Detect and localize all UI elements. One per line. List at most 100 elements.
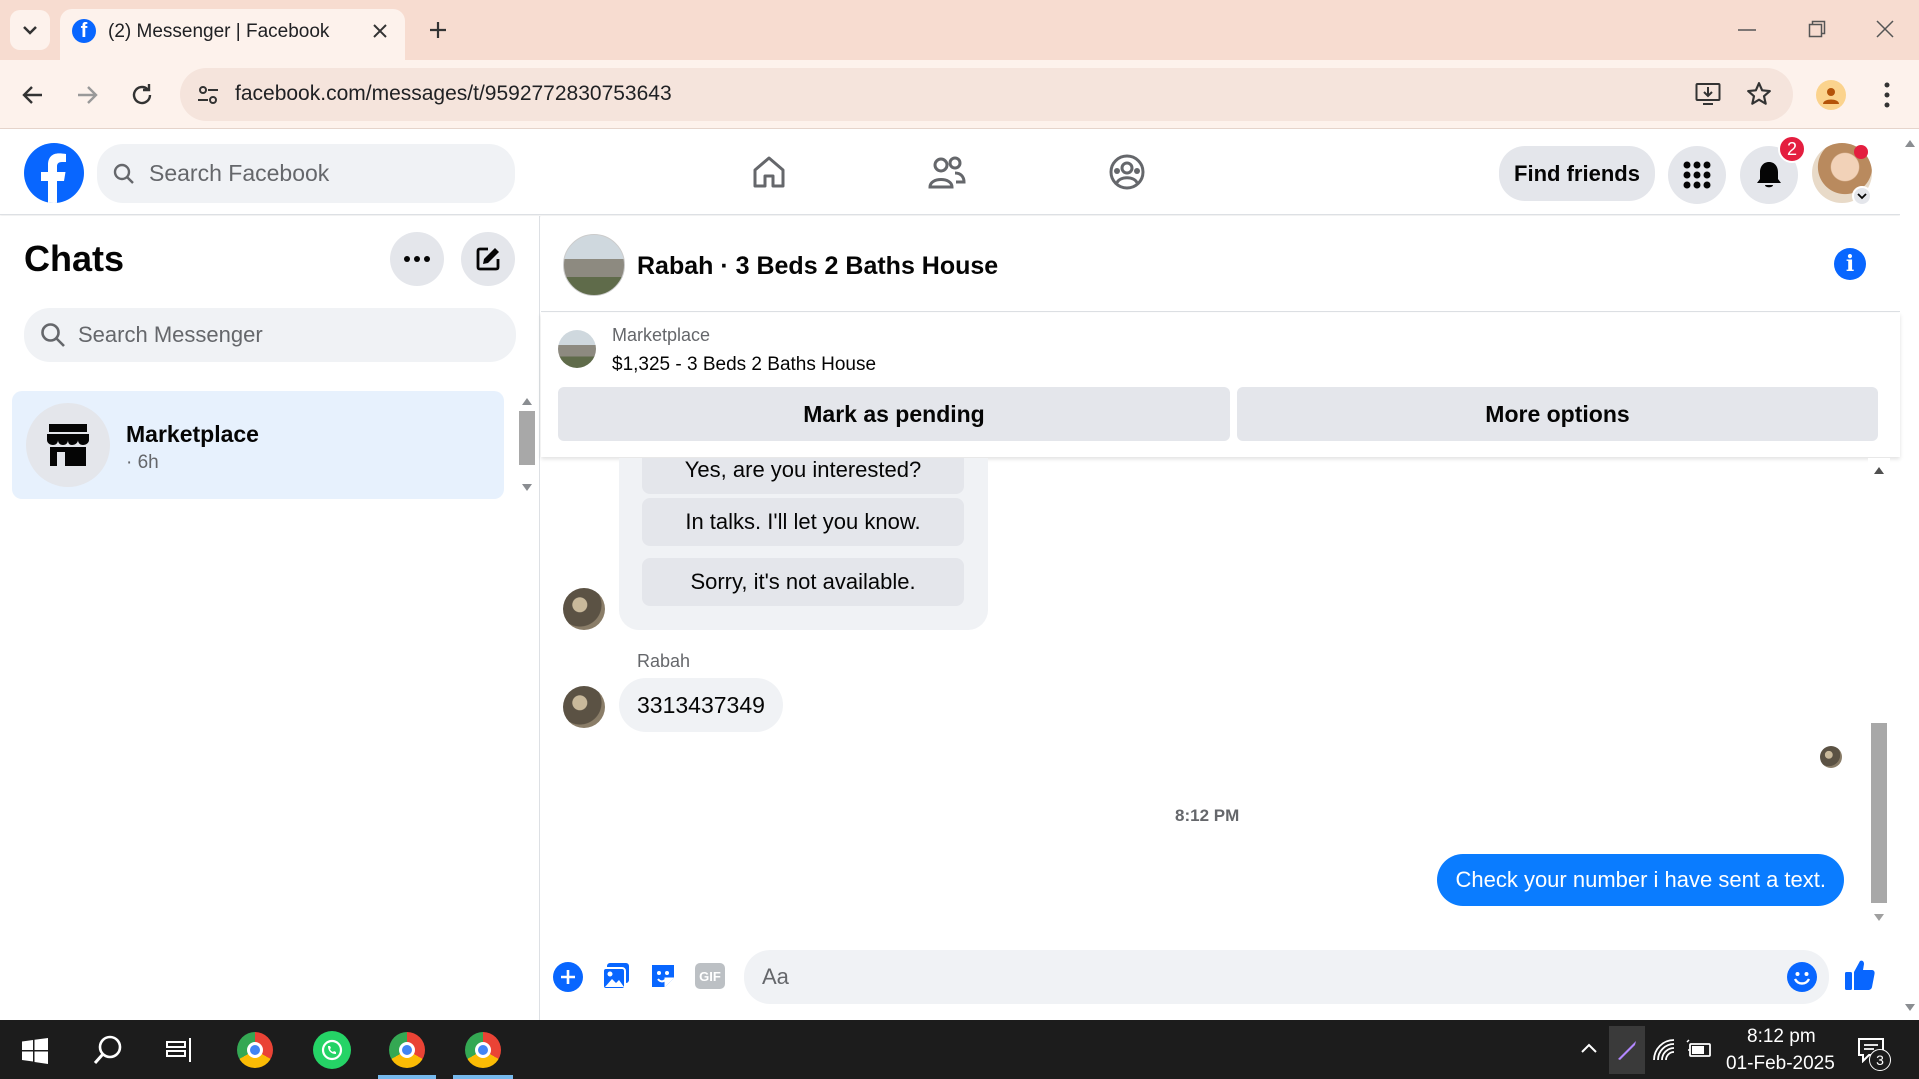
back-icon[interactable] [22,84,44,106]
reload-icon[interactable] [130,83,154,107]
conversation-info-icon[interactable]: i [1834,248,1866,280]
mark-as-pending-button[interactable]: Mark as pending [558,387,1230,441]
message-timestamp: 8:12 PM [1175,806,1240,825]
chat-list-item[interactable]: Marketplace · 6h [12,391,504,499]
message-input-placeholder: Aa [762,964,789,989]
chrome-taskbar-icon[interactable] [237,1032,273,1068]
groups-icon[interactable] [1108,153,1146,191]
chat-name: Marketplace [126,421,259,447]
quick-reply-label: Yes, are you interested? [684,458,922,482]
bell-icon [1757,162,1781,188]
chats-title: Chats [24,238,125,279]
facebook-search-bar[interactable]: Search Facebook [97,144,515,203]
browser-tab-strip: f (2) Messenger | Facebook [0,0,1919,60]
task-view-icon[interactable] [166,1037,194,1063]
bookmark-star-icon[interactable] [1746,81,1772,107]
attach-photo-icon[interactable] [601,961,631,991]
thread-scrollbar[interactable] [1868,458,1890,928]
messenger-search-bar[interactable]: Search Messenger [24,308,516,362]
more-options-icon [404,256,430,262]
pen-tray-icon[interactable] [1609,1026,1645,1074]
taskbar-time[interactable]: 8:12 pm [1747,1026,1816,1048]
chrome-profile-taskbar-icon[interactable] [465,1032,501,1068]
new-message-button[interactable] [461,232,515,286]
quick-reply-button[interactable]: In talks. I'll let you know. [642,498,964,546]
active-app-indicator [453,1075,513,1079]
scroll-thumb[interactable] [519,411,535,465]
tab-search-button[interactable] [10,10,50,50]
home-icon[interactable] [751,154,787,190]
chat-list-scrollbar[interactable] [517,391,537,499]
scroll-up-arrow-icon[interactable] [1874,466,1884,474]
chrome-profile-taskbar-icon[interactable] [389,1032,425,1068]
notification-count: 2 [1786,138,1797,159]
listing-title[interactable]: $1,325 - 3 Beds 2 Baths House [612,354,876,376]
wifi-icon[interactable] [1652,1038,1678,1062]
install-app-icon[interactable] [1695,82,1721,106]
url-text: facebook.com/messages/t/9592772830753643 [235,82,672,105]
chevron-down-icon [23,26,37,35]
more-options-button[interactable]: More options [1237,387,1878,441]
marketplace-avatar [26,403,110,487]
browser-menu-icon[interactable] [1884,82,1890,108]
sticker-icon[interactable] [648,961,678,991]
more-options-label: More options [1485,400,1630,427]
conversation-avatar[interactable] [563,234,625,296]
quick-reply-button[interactable]: Sorry, it's not available. [642,558,964,606]
scroll-up-arrow-icon[interactable] [522,397,532,405]
scroll-down-arrow-icon[interactable] [1874,914,1884,922]
emoji-icon[interactable] [1787,962,1817,992]
scroll-thumb[interactable] [1871,723,1887,903]
message-composer: GIF Aa [541,938,1900,1020]
more-actions-icon[interactable] [553,962,583,992]
scroll-down-arrow-icon[interactable] [522,484,532,492]
scroll-down-arrow-icon[interactable] [1905,1004,1915,1012]
sent-message-bubble[interactable]: Check your number i have sent a text. [1437,854,1844,906]
sender-avatar[interactable] [563,588,605,630]
listing-thumbnail[interactable] [558,330,596,368]
forward-icon[interactable] [76,84,98,106]
notification-badge: 2 [1778,135,1806,163]
menu-grid-icon [1683,161,1711,189]
find-friends-button[interactable]: Find friends [1499,146,1655,201]
minimize-icon[interactable] [1738,28,1756,32]
facebook-favicon-icon: f [72,19,96,43]
quick-reply-button[interactable]: Yes, are you interested? [642,458,964,494]
close-window-icon[interactable] [1876,20,1894,38]
windows-start-icon[interactable] [22,1038,48,1064]
chat-options-button[interactable] [390,232,444,286]
gif-icon[interactable]: GIF [695,963,725,989]
sender-avatar[interactable] [563,686,605,728]
windows-taskbar: 8:12 pm 01-Feb-2025 3 [0,1020,1919,1079]
system-tray-chevron-icon[interactable] [1580,1042,1598,1054]
message-input[interactable]: Aa [744,950,1829,1004]
page-scrollbar[interactable] [1900,129,1919,1020]
messenger-search-placeholder: Search Messenger [78,322,263,347]
whatsapp-taskbar-icon[interactable] [313,1031,351,1069]
account-chevron-icon[interactable] [1852,186,1872,206]
address-bar[interactable]: facebook.com/messages/t/9592772830753643 [180,68,1793,121]
friends-icon[interactable] [928,154,966,190]
mark-as-pending-label: Mark as pending [803,400,985,427]
new-tab-icon[interactable] [428,20,448,40]
restore-icon[interactable] [1808,20,1826,38]
profile-avatar-icon[interactable] [1816,80,1846,110]
taskbar-date[interactable]: 01-Feb-2025 [1726,1053,1835,1075]
thumbs-up-icon[interactable] [1843,958,1877,992]
facebook-search-placeholder: Search Facebook [149,160,330,186]
site-settings-icon[interactable] [196,83,220,107]
battery-icon[interactable] [1686,1038,1712,1062]
seen-indicator-avatar [1820,746,1842,768]
menu-button[interactable] [1668,146,1726,204]
close-tab-icon[interactable] [372,23,388,39]
facebook-logo[interactable] [24,143,84,203]
conversation-title[interactable]: Rabah · 3 Beds 2 Baths House [637,252,998,281]
taskbar-search-icon[interactable] [92,1034,124,1066]
scroll-up-arrow-icon[interactable] [1905,139,1915,147]
browser-tab[interactable]: f (2) Messenger | Facebook [60,9,405,60]
active-app-indicator [378,1075,436,1079]
conversation-header: Rabah · 3 Beds 2 Baths House i [541,216,1900,312]
received-message-bubble[interactable]: 3313437349 [619,678,783,732]
message-thread: Yes, are you interested? In talks. I'll … [541,458,1871,938]
chats-sidebar: Chats Search Messenger Marketplace · 6h [0,216,540,1020]
